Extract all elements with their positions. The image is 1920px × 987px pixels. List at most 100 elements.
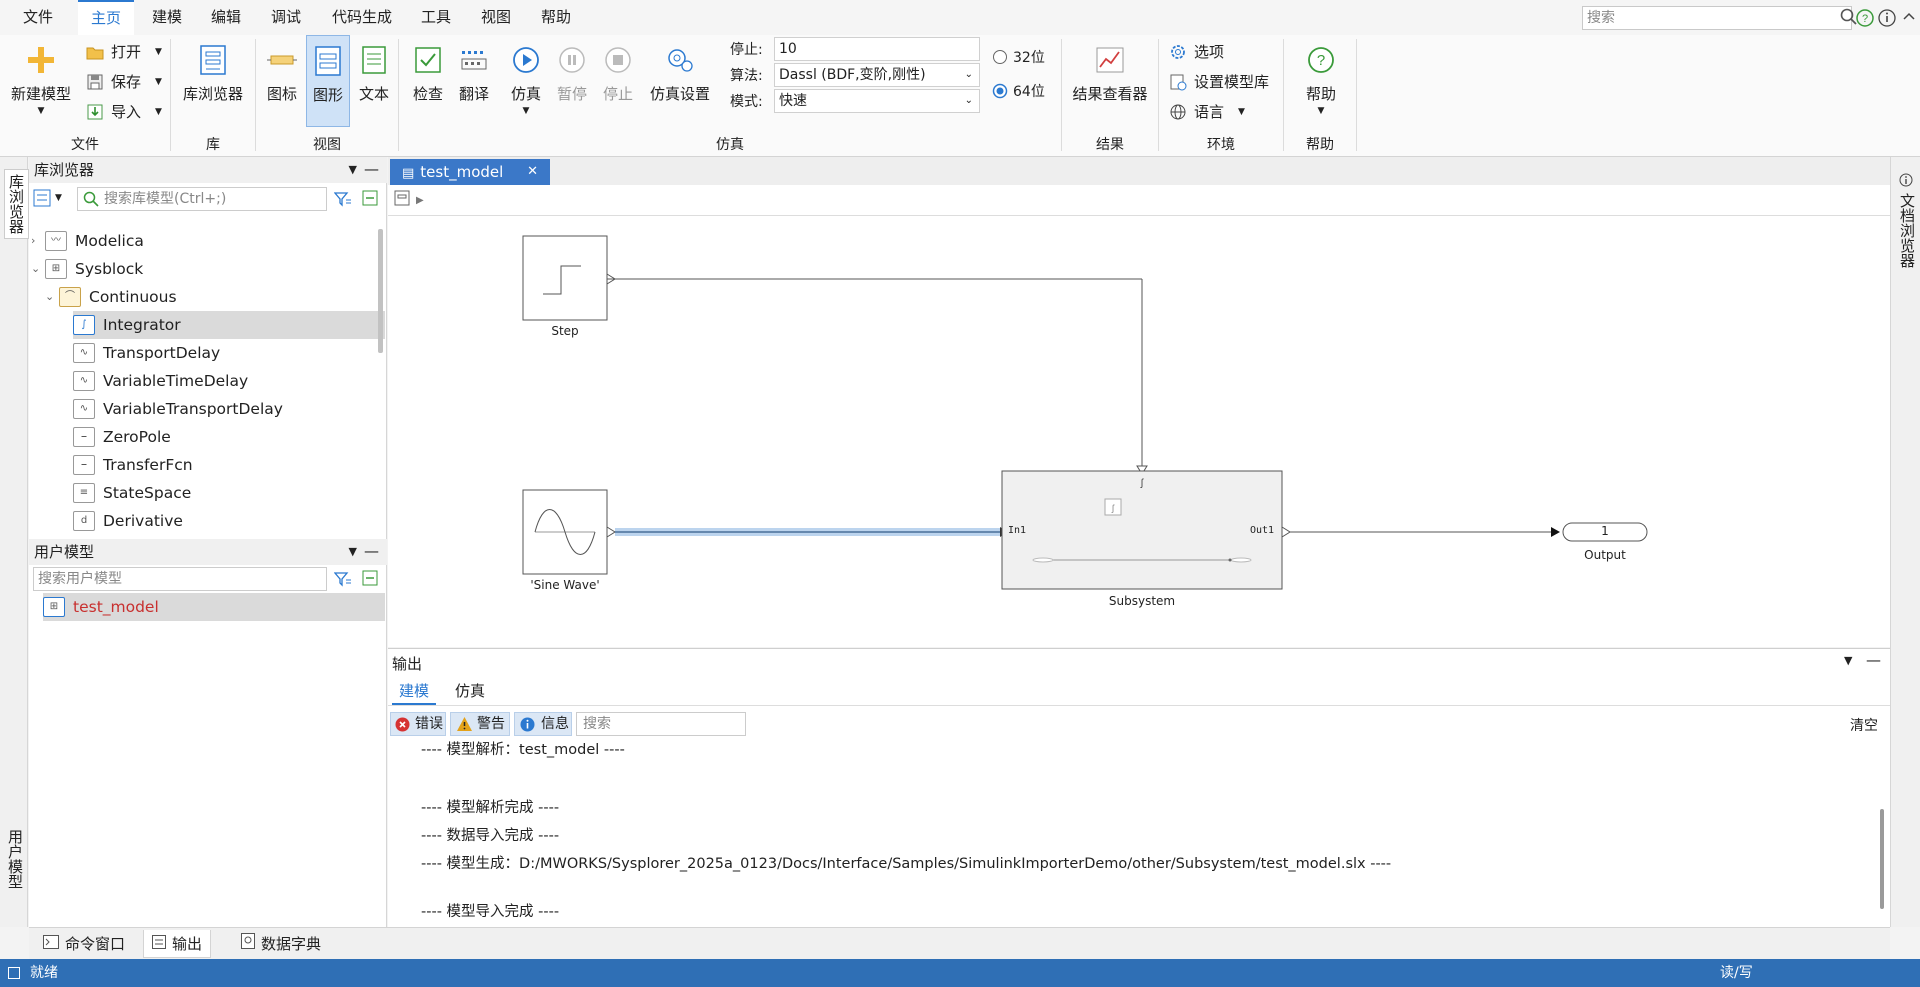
tree-item-transport-delay[interactable]: ∿ TransportDelay bbox=[73, 339, 220, 367]
globe-icon bbox=[1168, 102, 1188, 122]
stop-time-input[interactable]: 10 bbox=[774, 37, 980, 61]
filter-error-button[interactable]: 错误 bbox=[390, 712, 446, 736]
tab-output[interactable]: 输出 bbox=[143, 930, 212, 958]
menu-edit[interactable]: 编辑 bbox=[200, 0, 252, 35]
tree-item-transfer-fcn[interactable]: ⎯ TransferFcn bbox=[73, 451, 193, 479]
about-icon[interactable] bbox=[1878, 9, 1896, 31]
tree-item-integrator[interactable]: ∫ Integrator bbox=[73, 311, 385, 339]
translate-button[interactable]: 翻译 bbox=[452, 43, 496, 104]
radio-64bit[interactable]: 64位 bbox=[992, 81, 1045, 101]
tree-item-zero-pole[interactable]: ⎯ ZeroPole bbox=[73, 423, 171, 451]
sim-settings-button[interactable]: 仿真设置 bbox=[644, 43, 716, 104]
dock-tab-user-model[interactable]: 用户模型 bbox=[4, 825, 27, 893]
icon-view-button[interactable]: 图标 bbox=[262, 43, 302, 104]
tab-command-window[interactable]: 命令窗口 bbox=[43, 930, 125, 958]
filter-info-button[interactable]: 信息 bbox=[514, 712, 572, 736]
menu-tools[interactable]: 工具 bbox=[410, 0, 462, 35]
step-block[interactable] bbox=[522, 235, 616, 321]
open-button[interactable]: 打开 ▼ bbox=[85, 39, 162, 65]
tree-item-modelica[interactable]: › 〰 Modelica bbox=[31, 227, 144, 255]
text-view-button[interactable]: 文本 bbox=[354, 43, 394, 104]
simulate-label: 仿真 bbox=[510, 85, 541, 103]
menu-file[interactable]: 文件 bbox=[12, 0, 64, 35]
tab-test-model[interactable]: ▤ test_model ✕ bbox=[390, 159, 550, 185]
menu-codegen[interactable]: 代码生成 bbox=[322, 0, 402, 35]
minimize-icon[interactable]: — bbox=[1866, 651, 1881, 669]
stop-button[interactable]: 停止 bbox=[596, 43, 640, 104]
minimize-icon[interactable]: — bbox=[364, 538, 379, 564]
chevron-down-icon[interactable]: ▼ bbox=[349, 157, 357, 183]
result-viewer-button[interactable]: 结果查看器 bbox=[1068, 43, 1152, 104]
close-icon[interactable]: ✕ bbox=[527, 159, 538, 185]
tree-label: Sysblock bbox=[75, 260, 144, 278]
user-model-item-test-model[interactable]: ⊞ test_model bbox=[43, 593, 385, 621]
set-model-lib-button[interactable]: 设置模型库 bbox=[1168, 69, 1269, 95]
tree-item-state-space[interactable]: ≡ StateSpace bbox=[73, 479, 191, 507]
check-button[interactable]: 检查 bbox=[406, 43, 450, 104]
collapse-all-icon[interactable] bbox=[362, 190, 378, 210]
chevron-down-icon[interactable]: ▼ bbox=[1844, 654, 1852, 667]
chevron-down-icon: ⌄ bbox=[964, 69, 973, 80]
tab-simulation[interactable]: 仿真 bbox=[448, 679, 492, 705]
menu-model[interactable]: 建模 bbox=[141, 0, 193, 35]
chart-icon bbox=[1092, 43, 1128, 77]
library-panel-header: 库浏览器 ▼ — bbox=[29, 157, 387, 183]
diagram-view-button[interactable]: 图形 bbox=[306, 35, 350, 127]
tab-modeling[interactable]: 建模 bbox=[392, 679, 436, 705]
chevron-right-icon[interactable]: ▶ bbox=[416, 195, 424, 206]
clear-button[interactable]: 清空 bbox=[1850, 715, 1878, 735]
stop-icon bbox=[600, 43, 636, 77]
tree-item-variable-time-delay[interactable]: ∿ VariableTimeDelay bbox=[73, 367, 248, 395]
left-dock-strip: 库浏览器 用户模型 bbox=[0, 157, 29, 927]
chevron-down-icon[interactable]: ▼ bbox=[349, 539, 357, 565]
tree-item-variable-transport-delay[interactable]: ∿ VariableTransportDelay bbox=[73, 395, 283, 423]
tree-label: VariableTimeDelay bbox=[103, 372, 249, 390]
menu-debug[interactable]: 调试 bbox=[260, 0, 312, 35]
menu-help[interactable]: 帮助 bbox=[530, 0, 582, 35]
subsystem-block[interactable]: ʃ ʃ bbox=[1001, 470, 1283, 590]
tree-item-derivative[interactable]: d Derivative bbox=[73, 507, 183, 535]
dock-tab-doc-browser[interactable]: 文档浏览器 bbox=[1897, 193, 1918, 268]
algorithm-select[interactable]: Dassl (BDF,变阶,刚性) ⌄ bbox=[774, 63, 980, 87]
options-button[interactable]: 选项 bbox=[1168, 39, 1224, 65]
new-model-button[interactable]: 新建模型 ▼ bbox=[6, 43, 76, 116]
collapse-all-icon[interactable] bbox=[362, 570, 378, 590]
library-view-menu[interactable]: ▼ bbox=[33, 189, 62, 207]
tree-item-sysblock[interactable]: ⌄ ⊞ Sysblock bbox=[31, 255, 143, 283]
import-button[interactable]: 导入 ▼ bbox=[85, 99, 162, 125]
library-scrollbar[interactable] bbox=[378, 229, 383, 353]
model-icon[interactable] bbox=[394, 190, 410, 210]
tree-label: StateSpace bbox=[103, 484, 192, 502]
language-button[interactable]: 语言 ▼ bbox=[1168, 99, 1245, 125]
library-browser-button[interactable]: 库浏览器 bbox=[176, 43, 250, 104]
chevron-down-icon: ⌄ bbox=[31, 262, 41, 275]
output-scrollbar[interactable] bbox=[1880, 809, 1884, 909]
radio-32bit[interactable]: 32位 bbox=[992, 47, 1045, 67]
simulate-button[interactable]: 仿真 ▼ bbox=[504, 43, 548, 116]
tab-data-dictionary[interactable]: 数据字典 bbox=[241, 930, 321, 958]
minimize-icon[interactable]: — bbox=[364, 156, 379, 182]
global-search-input[interactable]: 搜索 bbox=[1582, 6, 1852, 30]
menu-home[interactable]: 主页 bbox=[78, 0, 134, 35]
pause-button[interactable]: 暂停 bbox=[550, 43, 594, 104]
output-search-input[interactable]: 搜索 bbox=[576, 712, 746, 736]
library-search-input[interactable]: 搜索库模型(Ctrl+;) bbox=[77, 187, 327, 211]
play-icon bbox=[508, 43, 544, 77]
filter-warning-button[interactable]: 警告 bbox=[450, 712, 510, 736]
status-text: 就绪 bbox=[30, 965, 58, 981]
user-model-search-input[interactable]: 搜索用户模型 bbox=[33, 567, 327, 591]
filter-icon[interactable] bbox=[333, 571, 352, 591]
minimize-ribbon-icon[interactable] bbox=[1902, 8, 1916, 30]
diagram-canvas[interactable]: ʃ ʃ Step 'Sine Wave' In1 Out1 Subsystem … bbox=[388, 215, 1890, 647]
menu-view[interactable]: 视图 bbox=[470, 0, 522, 35]
right-dock-strip: 文档浏览器 bbox=[1890, 157, 1920, 927]
tree-item-continuous[interactable]: ⌄ ⌒ Continuous bbox=[45, 283, 177, 311]
help-icon: ? bbox=[1303, 43, 1339, 77]
mode-select[interactable]: 快速 ⌄ bbox=[774, 89, 980, 113]
help-icon[interactable]: ? bbox=[1856, 9, 1874, 31]
sine-wave-block[interactable] bbox=[522, 489, 616, 575]
dock-tab-library-browser[interactable]: 库浏览器 bbox=[4, 169, 29, 239]
help-button[interactable]: ? 帮助 ▼ bbox=[1298, 43, 1344, 116]
filter-icon[interactable] bbox=[333, 191, 352, 211]
save-button[interactable]: 保存 ▼ bbox=[85, 69, 162, 95]
